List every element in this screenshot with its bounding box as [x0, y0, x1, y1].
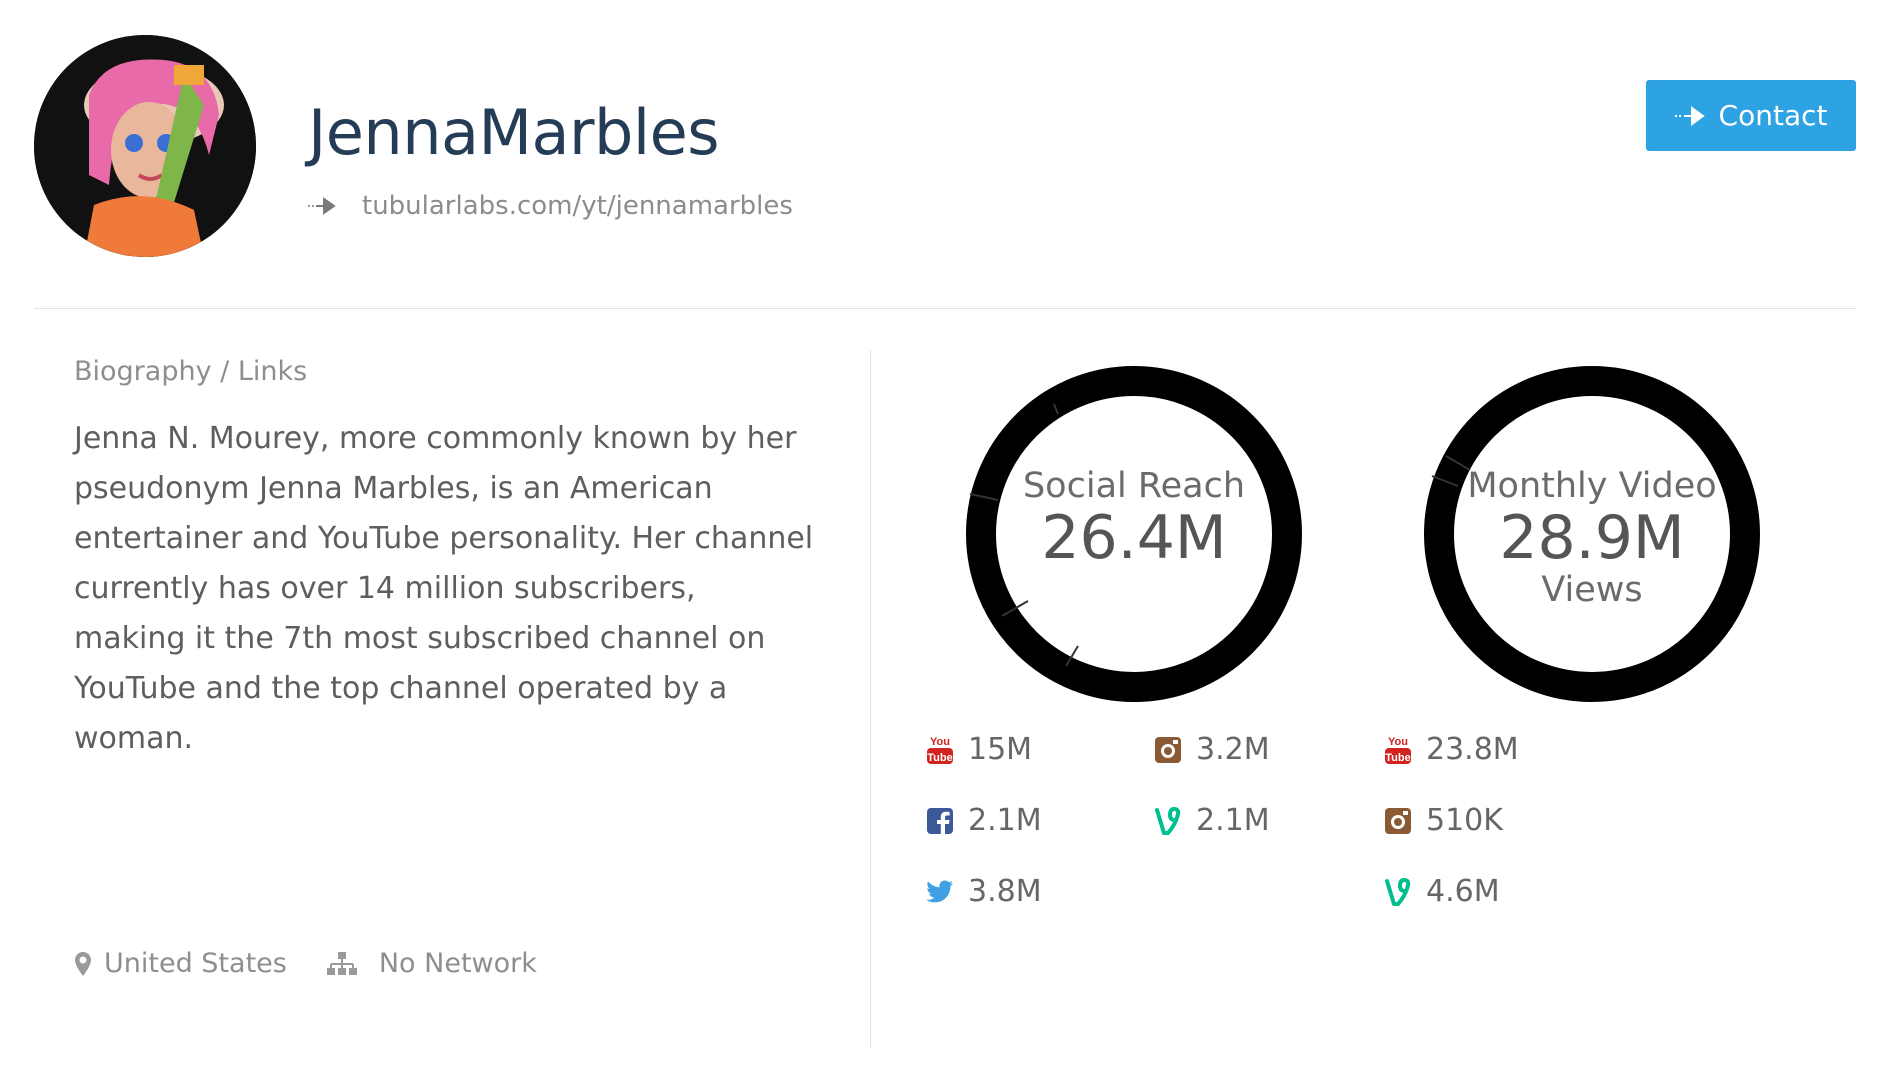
- views-instagram-value: 510K: [1426, 803, 1503, 838]
- social-reach-label: Social Reach 26.4M: [966, 466, 1302, 570]
- views-vine-value: 4.6M: [1426, 874, 1500, 909]
- network-icon: [326, 951, 357, 975]
- facebook-icon: [926, 806, 954, 836]
- views-instagram-stat: 510K: [1384, 803, 1503, 838]
- social-facebook-value: 2.1M: [968, 803, 1042, 838]
- monthly-views-label: Monthly Video 28.9M Views: [1424, 466, 1760, 610]
- bio-text: Jenna N. Mourey, more commonly known by …: [74, 421, 814, 756]
- monthly-views-title: Monthly Video: [1467, 466, 1717, 506]
- location-label: United States: [104, 948, 287, 979]
- network: No Network: [326, 948, 537, 979]
- channel-name: JennaMarbles: [308, 96, 720, 169]
- social-instagram-value: 3.2M: [1196, 732, 1270, 767]
- svg-text:You: You: [1388, 736, 1408, 748]
- vine-icon: [1384, 877, 1412, 907]
- instagram-icon: [1154, 735, 1182, 765]
- social-youtube-value: 15M: [968, 732, 1033, 767]
- instagram-icon: [1384, 806, 1412, 836]
- header-divider: [34, 308, 1856, 309]
- location: United States: [74, 948, 287, 979]
- link-arrow-icon: [308, 197, 336, 215]
- network-label: No Network: [378, 948, 537, 979]
- social-instagram-stat: 3.2M: [1154, 732, 1270, 767]
- twitter-icon: [926, 877, 954, 907]
- monthly-views-subtitle: Views: [1541, 570, 1643, 610]
- location-pin-icon: [75, 951, 91, 976]
- views-youtube-stat: You Tube 23.8M: [1384, 732, 1519, 767]
- youtube-icon: You Tube: [1384, 735, 1412, 765]
- section-divider: [870, 350, 871, 1048]
- channel-avatar: [34, 35, 256, 257]
- views-vine-stat: 4.6M: [1384, 874, 1500, 909]
- bio-heading: Biography / Links: [74, 356, 308, 387]
- views-youtube-value: 23.8M: [1426, 732, 1519, 767]
- youtube-icon: You Tube: [926, 735, 954, 765]
- profile-url[interactable]: tubularlabs.com/yt/jennamarbles: [362, 191, 793, 221]
- contact-arrow-icon: [1674, 105, 1705, 126]
- contact-button[interactable]: Contact: [1646, 80, 1856, 151]
- svg-text:Tube: Tube: [1385, 752, 1410, 764]
- profile-link[interactable]: tubularlabs.com/yt/jennamarbles: [308, 191, 793, 221]
- social-youtube-stat: You Tube 15M: [926, 732, 1032, 767]
- social-reach-value: 26.4M: [1041, 503, 1227, 573]
- contact-label: Contact: [1718, 99, 1828, 132]
- svg-text:Tube: Tube: [927, 752, 952, 764]
- social-facebook-stat: 2.1M: [926, 803, 1042, 838]
- meta-row: United States No Network: [74, 948, 537, 979]
- social-reach-title: Social Reach: [1022, 466, 1246, 506]
- monthly-views-value: 28.9M: [1499, 503, 1685, 573]
- social-vine-value: 2.1M: [1196, 803, 1270, 838]
- svg-text:You: You: [930, 736, 950, 748]
- social-twitter-value: 3.8M: [968, 874, 1042, 909]
- social-twitter-stat: 3.8M: [926, 874, 1042, 909]
- vine-icon: [1154, 806, 1182, 836]
- social-vine-stat: 2.1M: [1154, 803, 1270, 838]
